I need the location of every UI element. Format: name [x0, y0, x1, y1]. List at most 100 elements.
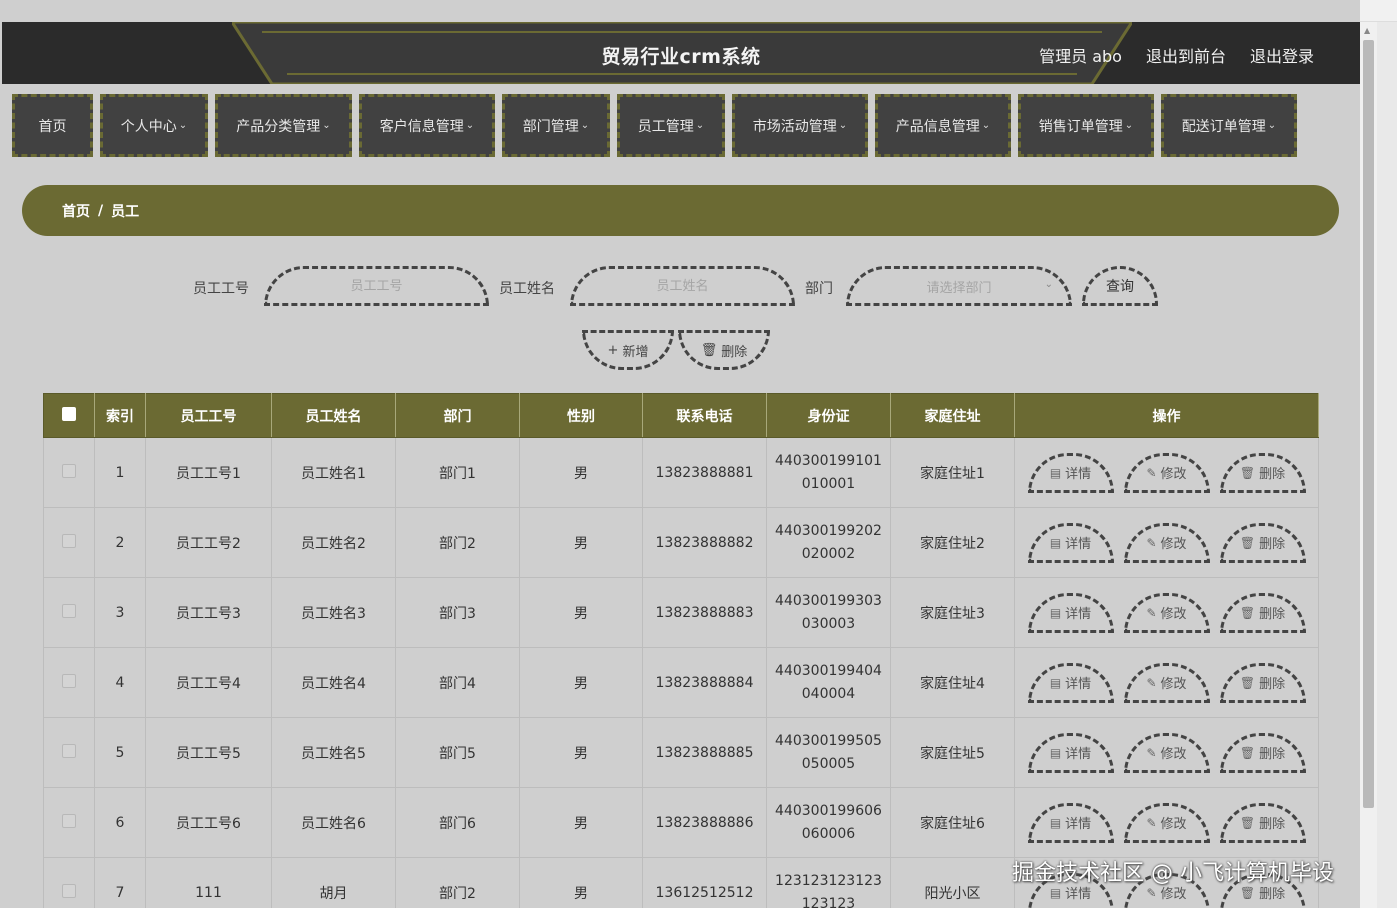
cell-phone: 13823888881: [642, 437, 767, 508]
edit-button[interactable]: ✎ 修改: [1123, 802, 1210, 843]
detail-button[interactable]: ▤ 详情: [1027, 592, 1114, 633]
chevron-down-icon: ⌄: [1124, 120, 1134, 131]
detail-button[interactable]: ▤ 详情: [1027, 732, 1114, 773]
column-header: 部门: [395, 393, 520, 438]
nav-item-label: 个人中心: [120, 118, 177, 135]
detail-label: 详情: [1065, 747, 1092, 762]
cell-emp-name: 员工姓名2: [271, 507, 396, 578]
scrollbar-thumb[interactable]: [1363, 40, 1374, 808]
edit-button[interactable]: ✎ 修改: [1123, 592, 1210, 633]
batch-delete-label: 删除: [721, 344, 748, 360]
delete-label: 删除: [1259, 467, 1286, 482]
id-card-line1: 440300199202: [775, 522, 882, 539]
edit-button[interactable]: ✎ 修改: [1123, 732, 1210, 773]
detail-button[interactable]: ▤ 详情: [1027, 662, 1114, 703]
id-card-line1: 123123123123: [775, 872, 882, 889]
dept-label: 部门: [805, 281, 833, 297]
column-header: 员工姓名: [271, 393, 396, 438]
breadcrumb-home[interactable]: 首页: [62, 201, 90, 221]
cell-index: 2: [94, 507, 146, 578]
edit-label: 修改: [1160, 817, 1187, 832]
cell-address: 家庭住址6: [890, 787, 1015, 858]
cell-emp-no: 员工工号5: [145, 717, 272, 788]
cell-gender: 男: [519, 717, 643, 788]
cell-phone: 13823888885: [642, 717, 767, 788]
table-row: 3 员工工号3 员工姓名3 部门3 男 13823888883 44030019…: [43, 577, 1319, 648]
row-checkbox[interactable]: [62, 883, 76, 898]
edit-button[interactable]: ✎ 修改: [1123, 522, 1210, 563]
document-icon: ▤: [1049, 605, 1062, 620]
row-checkbox[interactable]: [62, 813, 76, 828]
nav-item-personal[interactable]: 个人中心 ⌄: [100, 94, 208, 157]
row-checkbox[interactable]: [62, 463, 76, 478]
edit-button[interactable]: ✎ 修改: [1123, 452, 1210, 493]
logout-link[interactable]: 退出登录: [1250, 43, 1314, 67]
cell-address: 家庭住址1: [890, 437, 1015, 508]
document-icon: ▤: [1049, 675, 1062, 690]
edit-button[interactable]: ✎ 修改: [1123, 662, 1210, 703]
select-all-checkbox[interactable]: [62, 406, 76, 421]
delete-button[interactable]: 🗑 删除: [1219, 662, 1306, 703]
detail-button[interactable]: ▤ 详情: [1027, 452, 1114, 493]
query-button[interactable]: 查询: [1082, 266, 1158, 306]
delete-button[interactable]: 🗑 删除: [1219, 802, 1306, 843]
nav-item-customer[interactable]: 客户信息管理 ⌄: [359, 94, 495, 157]
row-select-cell: [43, 507, 95, 578]
row-checkbox[interactable]: [62, 533, 76, 548]
cell-address: 家庭住址2: [890, 507, 1015, 578]
main-nav: 首页 个人中心 ⌄ 产品分类管理 ⌄ 客户信息管理 ⌄ 部门管理 ⌄ 员工管理 ⌄ 市场活…: [12, 94, 1297, 157]
scroll-up-icon[interactable]: ▲: [1364, 26, 1370, 35]
emp-no-input[interactable]: [264, 266, 489, 306]
nav-item-sales-order[interactable]: 销售订单管理 ⌄: [1018, 94, 1154, 157]
nav-item-label: 首页: [38, 118, 67, 135]
pencil-icon: ✎: [1146, 465, 1157, 480]
detail-button[interactable]: ▤ 详情: [1027, 522, 1114, 563]
document-icon: ▤: [1049, 885, 1062, 900]
row-checkbox[interactable]: [62, 743, 76, 758]
dept-select[interactable]: 请选择部门 ⌄: [846, 266, 1072, 306]
nav-item-label: 产品信息管理: [895, 118, 980, 135]
row-select-cell: [43, 787, 95, 858]
nav-item-department[interactable]: 部门管理 ⌄: [502, 94, 610, 157]
nav-item-label: 销售订单管理: [1038, 118, 1123, 135]
cell-dept: 部门6: [395, 787, 520, 858]
cell-operations: ▤ 详情 ✎ 修改 🗑 删除: [1014, 507, 1319, 578]
delete-button[interactable]: 🗑 删除: [1219, 732, 1306, 773]
delete-button[interactable]: 🗑 删除: [1219, 592, 1306, 633]
dept-select-placeholder: 请选择部门: [926, 280, 992, 296]
select-all-cell[interactable]: [43, 393, 95, 438]
pencil-icon: ✎: [1146, 675, 1157, 690]
add-button[interactable]: + 新增: [582, 330, 674, 370]
row-checkbox[interactable]: [62, 673, 76, 688]
delete-button[interactable]: 🗑 删除: [1219, 522, 1306, 563]
nav-item-marketing[interactable]: 市场活动管理 ⌄: [732, 94, 868, 157]
id-card-line2: 040004: [801, 685, 856, 702]
nav-item-employee[interactable]: 员工管理 ⌄: [617, 94, 725, 157]
nav-item-delivery-order[interactable]: 配送订单管理 ⌄: [1161, 94, 1297, 157]
nav-item-product-info[interactable]: 产品信息管理 ⌄: [875, 94, 1011, 157]
batch-delete-button[interactable]: 🗑 删除: [678, 330, 770, 370]
trash-icon: 🗑: [1239, 535, 1256, 550]
nav-item-product-category[interactable]: 产品分类管理 ⌄: [215, 94, 352, 157]
chevron-down-icon: ⌄: [1267, 120, 1277, 131]
cell-address: 阳光小区: [890, 857, 1015, 908]
nav-item-home[interactable]: 首页: [12, 94, 93, 157]
delete-label: 删除: [1259, 607, 1286, 622]
vertical-scrollbar[interactable]: ▲: [1360, 22, 1377, 908]
cell-id-card: 440300199303 030003: [766, 577, 891, 648]
emp-name-input[interactable]: [570, 266, 795, 306]
cell-gender: 男: [519, 647, 643, 718]
watermark: 掘金技术社区 @ 小飞计算机毕设: [1012, 861, 1334, 886]
delete-button[interactable]: 🗑 删除: [1219, 452, 1306, 493]
row-checkbox[interactable]: [62, 603, 76, 618]
cell-gender: 男: [519, 437, 643, 508]
edit-label: 修改: [1160, 747, 1187, 762]
plus-icon: +: [607, 342, 619, 358]
table-row: 5 员工工号5 员工姓名5 部门5 男 13823888885 44030019…: [43, 717, 1319, 788]
id-card-line2: 123123: [801, 895, 856, 908]
breadcrumb-current: 员工: [111, 203, 140, 220]
detail-button[interactable]: ▤ 详情: [1027, 802, 1114, 843]
back-to-front-link[interactable]: 退出到前台: [1146, 43, 1226, 67]
chevron-down-icon: ⌄: [465, 120, 475, 131]
employee-table: 索引 员工工号 员工姓名 部门 性别 联系电话 身份证 家庭住址 操作 1 员工…: [43, 393, 1319, 908]
